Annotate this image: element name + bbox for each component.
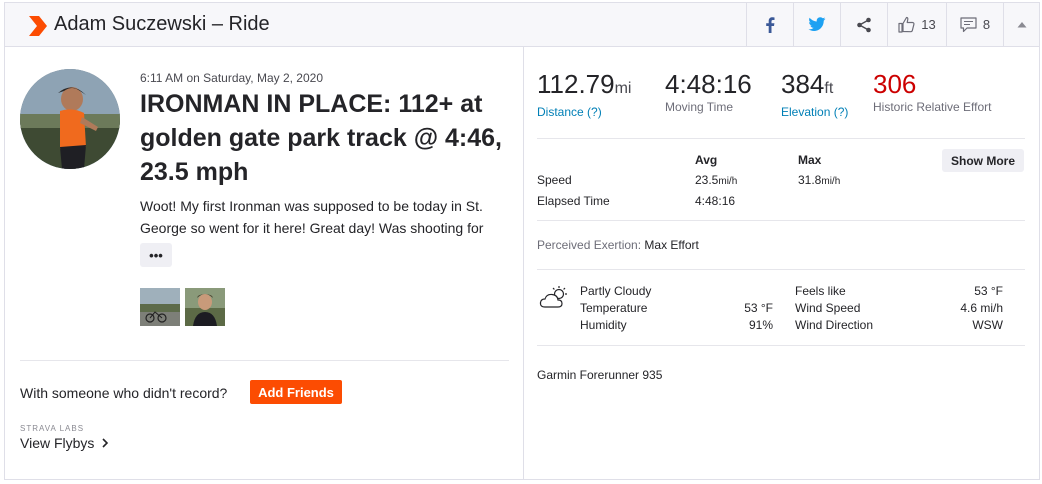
relative-effort-value: 306	[873, 69, 917, 99]
activity-header: Adam Suczewski – Ride 13 8	[5, 3, 1039, 47]
chevron-right-icon	[102, 438, 109, 448]
speed-avg-unit: mi/h	[718, 176, 738, 187]
activity-title: IRONMAN IN PLACE: 112+ at golden gate pa…	[140, 90, 502, 186]
perceived-exertion: Perceived Exertion: Max Effort	[537, 238, 699, 252]
stat-relative-effort[interactable]: 306 Historic Relative Effort	[873, 69, 993, 114]
collapse-button[interactable]	[1003, 3, 1039, 46]
show-more-button[interactable]: Show More	[942, 149, 1024, 172]
kudos-count: 13	[921, 17, 936, 32]
view-flybys-link[interactable]: View Flybys	[20, 435, 109, 451]
section-divider	[537, 220, 1025, 221]
page-title: Adam Suczewski – Ride	[54, 13, 270, 35]
perceived-exertion-value: Max Effort	[644, 238, 699, 252]
distance-help-link[interactable]: Distance (?)	[537, 105, 631, 119]
wind-direction-label: Wind Direction	[795, 318, 874, 332]
elevation-help-link[interactable]: Elevation (?)	[781, 105, 848, 119]
elevation-value: 384	[781, 69, 825, 99]
wind-direction-value: WSW	[972, 318, 1003, 332]
activity-summary: 6:11 AM on Saturday, May 2, 2020 IRONMAN…	[5, 47, 524, 480]
athlete-photo	[20, 69, 120, 169]
speed-max-value: 31.8	[798, 173, 822, 187]
section-divider	[537, 138, 1025, 139]
share-icon	[857, 17, 871, 32]
wind-speed-value: 4.6 mi/h	[960, 301, 1003, 315]
moving-time-value: 4:48:16	[665, 69, 752, 99]
distance-unit: mi	[614, 80, 632, 97]
comment-icon	[960, 16, 977, 32]
speed-max-unit: mi/h	[821, 176, 841, 187]
twitter-icon	[808, 17, 826, 31]
partly-cloudy-icon	[539, 286, 567, 308]
kudos-button[interactable]: 13	[887, 3, 946, 46]
facebook-icon	[766, 16, 775, 33]
avg-column-header: Avg	[695, 153, 718, 167]
expand-description-button[interactable]: •••	[140, 243, 172, 267]
speed-avg: 23.5mi/h	[695, 173, 737, 187]
strava-labs-label: STRAVA LABS	[20, 424, 85, 433]
athlete-avatar[interactable]	[20, 69, 120, 169]
temperature-value: 53 °F	[744, 301, 773, 315]
max-column-header: Max	[798, 153, 822, 167]
weather-condition: Partly Cloudy	[580, 284, 652, 298]
activity-photo-thumbnail[interactable]	[185, 288, 225, 326]
add-friends-button[interactable]: Add Friends	[250, 380, 342, 404]
share-button[interactable]	[840, 3, 887, 46]
moving-time-label: Moving Time	[665, 100, 734, 114]
device-name: Garmin Forerunner 935	[537, 368, 663, 382]
section-divider	[537, 345, 1025, 346]
temperature-label: Temperature	[580, 301, 648, 315]
comments-button[interactable]: 8	[946, 3, 1003, 46]
stat-distance: 112.79mi Distance (?)	[537, 69, 631, 119]
section-divider	[537, 269, 1025, 270]
with-someone-prompt: With someone who didn't record?	[20, 385, 228, 401]
speed-label: Speed	[537, 173, 572, 187]
elapsed-time-label: Elapsed Time	[537, 194, 610, 208]
distance-value: 112.79	[537, 69, 615, 99]
section-divider	[20, 360, 509, 361]
wind-speed-label: Wind Speed	[795, 301, 861, 315]
comments-count: 8	[982, 17, 991, 32]
facebook-share-button[interactable]	[746, 3, 793, 46]
chevron-up-icon	[1017, 22, 1026, 28]
activity-description: Woot! My first Ironman was supposed to b…	[140, 198, 484, 236]
elapsed-time-value: 4:48:16	[695, 194, 736, 208]
humidity-label: Humidity	[580, 318, 627, 332]
speed-avg-value: 23.5	[695, 173, 719, 187]
feels-like-label: Feels like	[795, 284, 846, 298]
activity-stats: 112.79mi Distance (?) 4:48:16 Moving Tim…	[525, 47, 1039, 480]
activity-card: Adam Suczewski – Ride 13 8 6:11 AM on Sa…	[4, 2, 1040, 480]
perceived-exertion-label: Perceived Exertion:	[537, 238, 642, 252]
activity-photo-thumbnail[interactable]	[140, 288, 180, 326]
relative-effort-label: Historic Relative Effort	[873, 100, 992, 114]
view-flybys-label: View Flybys	[20, 435, 95, 451]
stat-moving-time: 4:48:16 Moving Time	[665, 69, 752, 114]
feels-like-value: 53 °F	[974, 284, 1003, 298]
stat-elevation: 384ft Elevation (?)	[781, 69, 848, 119]
speed-max: 31.8mi/h	[798, 173, 840, 187]
activity-datetime: 6:11 AM on Saturday, May 2, 2020	[140, 71, 323, 85]
twitter-share-button[interactable]	[793, 3, 840, 46]
elevation-unit: ft	[824, 80, 834, 97]
humidity-value: 91%	[748, 318, 773, 332]
thumbs-up-icon	[898, 16, 915, 33]
strava-chevron-icon	[29, 16, 47, 36]
